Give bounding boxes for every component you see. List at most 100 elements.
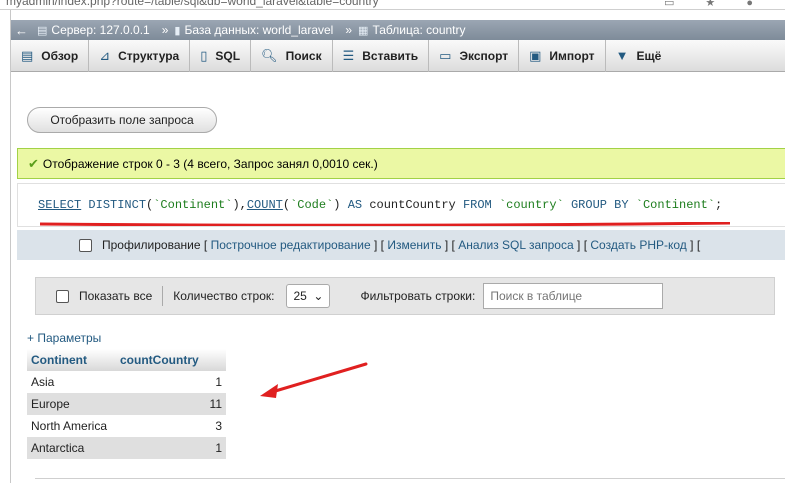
structure-icon: ⊿ bbox=[99, 47, 111, 63]
filter-rows-input[interactable] bbox=[483, 283, 664, 309]
bracket: ] bbox=[577, 238, 581, 252]
sql-paren: ( bbox=[282, 198, 291, 212]
bracket: [ bbox=[203, 238, 208, 252]
sql-keyword-distinct: DISTINCT bbox=[88, 198, 147, 212]
cell-count: 11 bbox=[116, 393, 226, 415]
browser-address-bar[interactable]: myadmin/index.php?route=/table/sql&db=wo… bbox=[0, 0, 785, 10]
main-tabs: ▤ Обзор ⊿ Структура ▯ SQL 🔍︎ Поиск ☰ Вст… bbox=[11, 39, 785, 72]
rows-count-label: Количество строк: bbox=[173, 289, 275, 303]
cell-continent: Asia bbox=[27, 371, 116, 393]
edit-link[interactable]: Изменить bbox=[387, 238, 441, 252]
profiling-checkbox[interactable] bbox=[79, 238, 92, 252]
table-header-row: Continent countCountry bbox=[27, 349, 226, 371]
show-all-checkbox[interactable] bbox=[56, 289, 69, 303]
bracket: [ bbox=[583, 238, 588, 252]
browse-icon: ▤ bbox=[21, 47, 34, 63]
breadcrumb-database[interactable]: ▮ База данных: world_laravel bbox=[174, 23, 333, 37]
table-icon: ▦ bbox=[358, 24, 369, 37]
check-icon: ✔ bbox=[28, 155, 39, 171]
browser-window-controls: ▭ ★ ● bbox=[663, 0, 767, 9]
tab-structure[interactable]: ⊿ Структура bbox=[89, 39, 191, 72]
import-icon: ▣ bbox=[529, 47, 542, 63]
breadcrumb-table[interactable]: ▦ Таблица: country bbox=[358, 23, 465, 37]
breadcrumb-separator: » bbox=[161, 23, 169, 37]
bracket: [ bbox=[696, 238, 701, 252]
cell-continent: North America bbox=[27, 415, 116, 437]
sql-paren: ( bbox=[146, 198, 154, 212]
show-all-label: Показать все bbox=[79, 289, 153, 303]
sql-paren: ) bbox=[232, 198, 240, 212]
bracket: ] bbox=[690, 238, 694, 252]
table-row[interactable]: Antarctica 1 bbox=[27, 437, 226, 459]
success-message-text: Отображение строк 0 - 3 (4 всего, Запрос… bbox=[42, 156, 378, 171]
table-navigation-bar: Показать все Количество строк: 25 ⌄ Филь… bbox=[35, 277, 775, 315]
column-header-countcountry[interactable]: countCountry bbox=[116, 349, 226, 371]
cell-count: 3 bbox=[116, 415, 226, 437]
insert-icon: ☰ bbox=[342, 47, 355, 63]
inline-edit-link[interactable]: Построчное редактирование bbox=[211, 238, 371, 252]
breadcrumb-separator: » bbox=[345, 23, 353, 37]
profiling-label: Профилирование bbox=[102, 238, 201, 252]
sql-column: `Code` bbox=[290, 198, 334, 212]
cell-count: 1 bbox=[116, 371, 226, 393]
sql-alias: countCountry bbox=[369, 198, 456, 212]
divider bbox=[35, 478, 785, 479]
sql-keyword-as: AS bbox=[347, 198, 363, 212]
back-arrow-icon[interactable]: ← bbox=[15, 23, 29, 38]
success-message: ✔ Отображение строк 0 - 3 (4 всего, Запр… bbox=[17, 148, 785, 179]
tab-browse[interactable]: ▤ Обзор bbox=[11, 39, 90, 72]
breadcrumb-server[interactable]: ▤ Сервер: 127.0.0.1 bbox=[37, 23, 150, 37]
bracket: ] bbox=[373, 238, 378, 252]
tab-sql[interactable]: ▯ SQL bbox=[190, 39, 252, 72]
table-row[interactable]: Asia 1 bbox=[27, 371, 226, 393]
rows-count-select[interactable]: 25 ⌄ bbox=[286, 284, 331, 308]
more-icon: ▼ bbox=[615, 48, 629, 63]
sql-keyword-from: FROM bbox=[462, 198, 492, 212]
result-table: Continent countCountry Asia 1 Europe 11 … bbox=[27, 349, 226, 459]
query-options-bar: Профилирование [ Построчное редактирован… bbox=[17, 230, 785, 260]
table-row[interactable]: Europe 11 bbox=[27, 393, 226, 415]
sql-semicolon: ; bbox=[715, 198, 723, 212]
rows-count-value: 25 bbox=[293, 289, 307, 303]
create-php-code-link[interactable]: Создать PHP-код bbox=[590, 238, 686, 252]
explain-sql-link[interactable]: Анализ SQL запроса bbox=[458, 238, 573, 252]
red-annotation-underline bbox=[40, 222, 730, 226]
show-query-box-button[interactable]: Отобразить поле запроса bbox=[27, 107, 217, 133]
export-icon: ▭ bbox=[439, 47, 452, 63]
bracket: ] bbox=[444, 238, 449, 252]
tab-export[interactable]: ▭ Экспорт bbox=[429, 39, 520, 72]
bracket: [ bbox=[451, 238, 455, 252]
breadcrumb-database-label: База данных: world_laravel bbox=[184, 23, 334, 37]
sql-query-display: SELECT DISTINCT(`Continent`), COUNT(`Code… bbox=[17, 183, 785, 227]
cell-continent: Antarctica bbox=[27, 437, 116, 459]
url-text: myadmin/index.php?route=/table/sql&db=wo… bbox=[6, 0, 379, 8]
sql-column: `Continent` bbox=[153, 198, 233, 212]
sql-table: `country` bbox=[498, 198, 564, 212]
sql-icon: ▯ bbox=[200, 47, 208, 63]
sql-keyword-select[interactable]: SELECT bbox=[38, 198, 81, 212]
table-row[interactable]: North America 3 bbox=[27, 415, 226, 437]
breadcrumb: ← ▤ Сервер: 127.0.0.1 » ▮ База данных: w… bbox=[11, 20, 785, 40]
search-icon: 🔍︎ bbox=[261, 47, 278, 63]
chevron-down-icon: ⌄ bbox=[313, 289, 324, 303]
database-icon: ▮ bbox=[174, 24, 181, 37]
server-icon: ▤ bbox=[37, 24, 48, 37]
sql-comma: , bbox=[239, 198, 247, 212]
tab-insert[interactable]: ☰ Вставить bbox=[333, 39, 430, 72]
sql-keyword-group-by: GROUP BY bbox=[570, 198, 629, 212]
tab-search[interactable]: 🔍︎ Поиск bbox=[251, 39, 333, 72]
cell-continent: Europe bbox=[27, 393, 116, 415]
breadcrumb-server-label: Сервер: 127.0.0.1 bbox=[51, 23, 150, 37]
red-annotation-arrow bbox=[260, 362, 368, 398]
sql-function-count[interactable]: COUNT bbox=[247, 198, 283, 212]
sql-paren: ) bbox=[333, 198, 341, 212]
divider bbox=[162, 286, 164, 306]
breadcrumb-table-label: Таблица: country bbox=[372, 23, 466, 37]
tab-import[interactable]: ▣ Импорт bbox=[519, 39, 606, 72]
column-header-continent[interactable]: Continent bbox=[27, 349, 116, 371]
options-link[interactable]: + Параметры bbox=[27, 331, 101, 345]
sql-group-column: `Continent` bbox=[635, 198, 715, 212]
tab-more[interactable]: ▼ Ещё bbox=[606, 40, 672, 72]
filter-rows-label: Фильтровать строки: bbox=[360, 289, 476, 303]
cell-count: 1 bbox=[116, 437, 226, 459]
